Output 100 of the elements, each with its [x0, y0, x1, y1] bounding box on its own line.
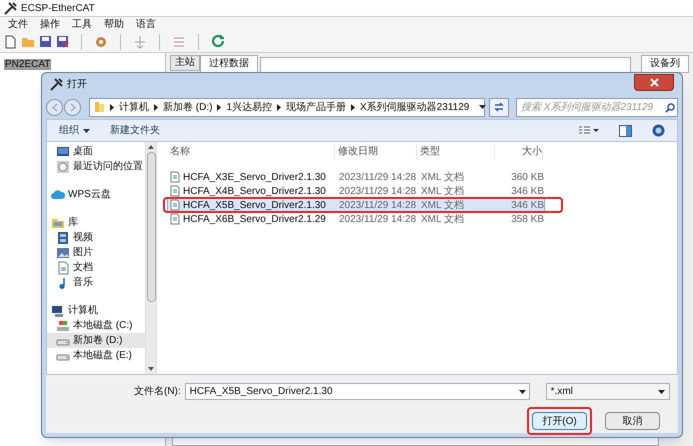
search-icon	[665, 102, 675, 112]
file-size: 360 KB	[510, 170, 544, 184]
refresh-icon	[493, 101, 505, 113]
desktop-icon	[56, 144, 70, 158]
file-type: XML 文档	[420, 170, 465, 184]
film-icon	[56, 230, 70, 244]
cloud-icon	[51, 188, 65, 202]
menu-item[interactable]: 帮助	[104, 16, 124, 32]
dialog-title: 打开	[67, 78, 87, 92]
file-name: HCFA_X5B_Servo_Driver2.1.30	[183, 198, 326, 212]
file-name: HCFA_X6B_Servo_Driver2.1.29	[183, 212, 326, 226]
nav-item[interactable]: 桌面	[47, 144, 145, 159]
file-type: XML 文档	[420, 184, 465, 198]
refresh-button[interactable]	[489, 98, 509, 116]
scroll-up-icon[interactable]	[148, 145, 154, 149]
folder-icon	[94, 101, 105, 113]
breadcrumb-item[interactable]: 新加卷 (D:)	[163, 100, 212, 114]
nav-item[interactable]: 本地磁盘 (C:)	[47, 318, 145, 333]
file-icon	[170, 171, 180, 183]
open-button[interactable]: 打开(O)	[532, 412, 587, 430]
file-name: HCFA_X4B_Servo_Driver2.1.30	[183, 184, 326, 198]
save-icon[interactable]	[39, 35, 52, 48]
nav-item[interactable]: 图片	[47, 245, 145, 260]
file-icon	[170, 185, 180, 197]
nav-item[interactable]: 音乐	[47, 275, 145, 290]
scrollbar[interactable]	[145, 142, 157, 374]
scroll-down-icon[interactable]	[148, 367, 154, 371]
menu-item[interactable]: 文件	[8, 16, 28, 32]
computer-icon	[51, 304, 65, 318]
file-size: 358 KB	[510, 212, 544, 226]
modified-date: 2023/11/29 14:28	[338, 198, 418, 212]
nav-item[interactable]: 计算机	[47, 303, 145, 318]
window-title: ECSP-EtherCAT	[21, 2, 95, 16]
breadcrumb-item[interactable]: 1兴达易控	[226, 100, 272, 114]
document-icon	[56, 260, 70, 274]
file-name: HCFA_X3E_Servo_Driver2.1.30	[183, 170, 326, 184]
nav-item[interactable]: 库	[47, 215, 145, 230]
column-header[interactable]: 类型	[417, 144, 495, 160]
cancel-button[interactable]: 取消	[605, 412, 660, 430]
preview-pane-icon[interactable]	[619, 124, 632, 136]
forward-icon	[70, 102, 76, 112]
file-row[interactable]: HCFA_X6B_Servo_Driver2.1.29 2023/11/29 14:28 XML 文档 358 KB	[167, 212, 545, 226]
menu-item[interactable]: 语言	[136, 16, 156, 32]
file-size: 346 KB	[510, 198, 544, 212]
menu-item[interactable]: 工具	[72, 16, 92, 32]
nav-item[interactable]: WPS云盘	[47, 187, 145, 202]
filename-label: 文件名(N):	[134, 384, 181, 399]
chevron-icon[interactable]	[277, 104, 282, 110]
close-button[interactable]	[634, 74, 674, 90]
nav-item[interactable]: 文档	[47, 260, 145, 275]
column-header[interactable]: 大小	[495, 144, 543, 160]
nav-item[interactable]: 最近访问的位置	[47, 159, 145, 174]
filename-field[interactable]: HCFA_X5B_Servo_Driver2.1.30	[184, 383, 530, 400]
dropdown-icon[interactable]	[479, 105, 486, 109]
drive-icon	[56, 318, 70, 332]
organize-button[interactable]: 组织	[59, 123, 90, 138]
nav-item[interactable]: 视频	[47, 230, 145, 245]
breadcrumb-item[interactable]: X系列伺服驱动器231129	[360, 100, 470, 114]
search-field[interactable]: 搜索 X系列伺服驱动器231129	[516, 98, 678, 116]
image-icon	[56, 246, 70, 260]
file-row[interactable]: HCFA_X4B_Servo_Driver2.1.30 2023/11/29 14:28 XML 文档 346 KB	[167, 184, 545, 198]
chevron-icon[interactable]	[351, 104, 356, 110]
save-as-icon[interactable]	[56, 35, 69, 48]
new-folder-button[interactable]: 新建文件夹	[110, 123, 160, 138]
tab[interactable]: 主站	[170, 55, 200, 71]
chevron-icon[interactable]	[154, 104, 158, 110]
modified-date: 2023/11/29 14:28	[338, 212, 418, 226]
scroll-thumb[interactable]	[146, 152, 156, 302]
tab[interactable]: 设备列	[641, 55, 689, 73]
refresh-icon[interactable]	[211, 34, 226, 49]
dropdown-icon	[658, 390, 665, 394]
modified-date: 2023/11/29 14:28	[338, 170, 418, 184]
chevron-icon[interactable]	[110, 104, 114, 110]
caret-icon	[83, 128, 90, 132]
nav-item[interactable]: 新加卷 (D:)	[47, 333, 145, 348]
file-size: 346 KB	[510, 184, 544, 198]
tree-item[interactable]: PN2ECAT	[4, 59, 52, 70]
column-header[interactable]: 名称	[167, 144, 335, 160]
dropdown-icon	[518, 390, 526, 394]
back-icon	[52, 102, 58, 112]
modified-date: 2023/11/29 14:28	[338, 184, 418, 198]
close-icon	[650, 78, 658, 86]
nav-item[interactable]: 本地磁盘 (E:)	[47, 348, 145, 363]
tools-icon	[4, 2, 17, 14]
file-type: XML 文档	[420, 212, 465, 226]
chevron-icon[interactable]	[217, 104, 222, 110]
file-row[interactable]: HCFA_X3E_Servo_Driver2.1.30 2023/11/29 14:28 XML 文档 360 KB	[167, 170, 545, 184]
file-icon	[170, 199, 180, 211]
breadcrumb-item[interactable]: 现场产品手册	[286, 100, 346, 114]
view-options-icon[interactable]	[579, 126, 599, 135]
tools-icon	[50, 78, 63, 90]
menu-item[interactable]: 操作	[40, 16, 60, 32]
file-type-dropdown[interactable]: *.xml	[546, 383, 670, 400]
column-header[interactable]: 修改日期	[335, 144, 417, 160]
file-type: XML 文档	[420, 198, 465, 212]
file-icon	[170, 213, 180, 225]
address-bar[interactable]: 计算机 新加卷 (D:) 1兴达易控 现场产品手册 X系列伺服驱动器231129	[89, 98, 485, 116]
new-file-icon[interactable]	[4, 34, 17, 48]
tab[interactable]: 过程数据	[200, 55, 258, 73]
breadcrumb-item[interactable]: 计算机	[119, 100, 149, 114]
